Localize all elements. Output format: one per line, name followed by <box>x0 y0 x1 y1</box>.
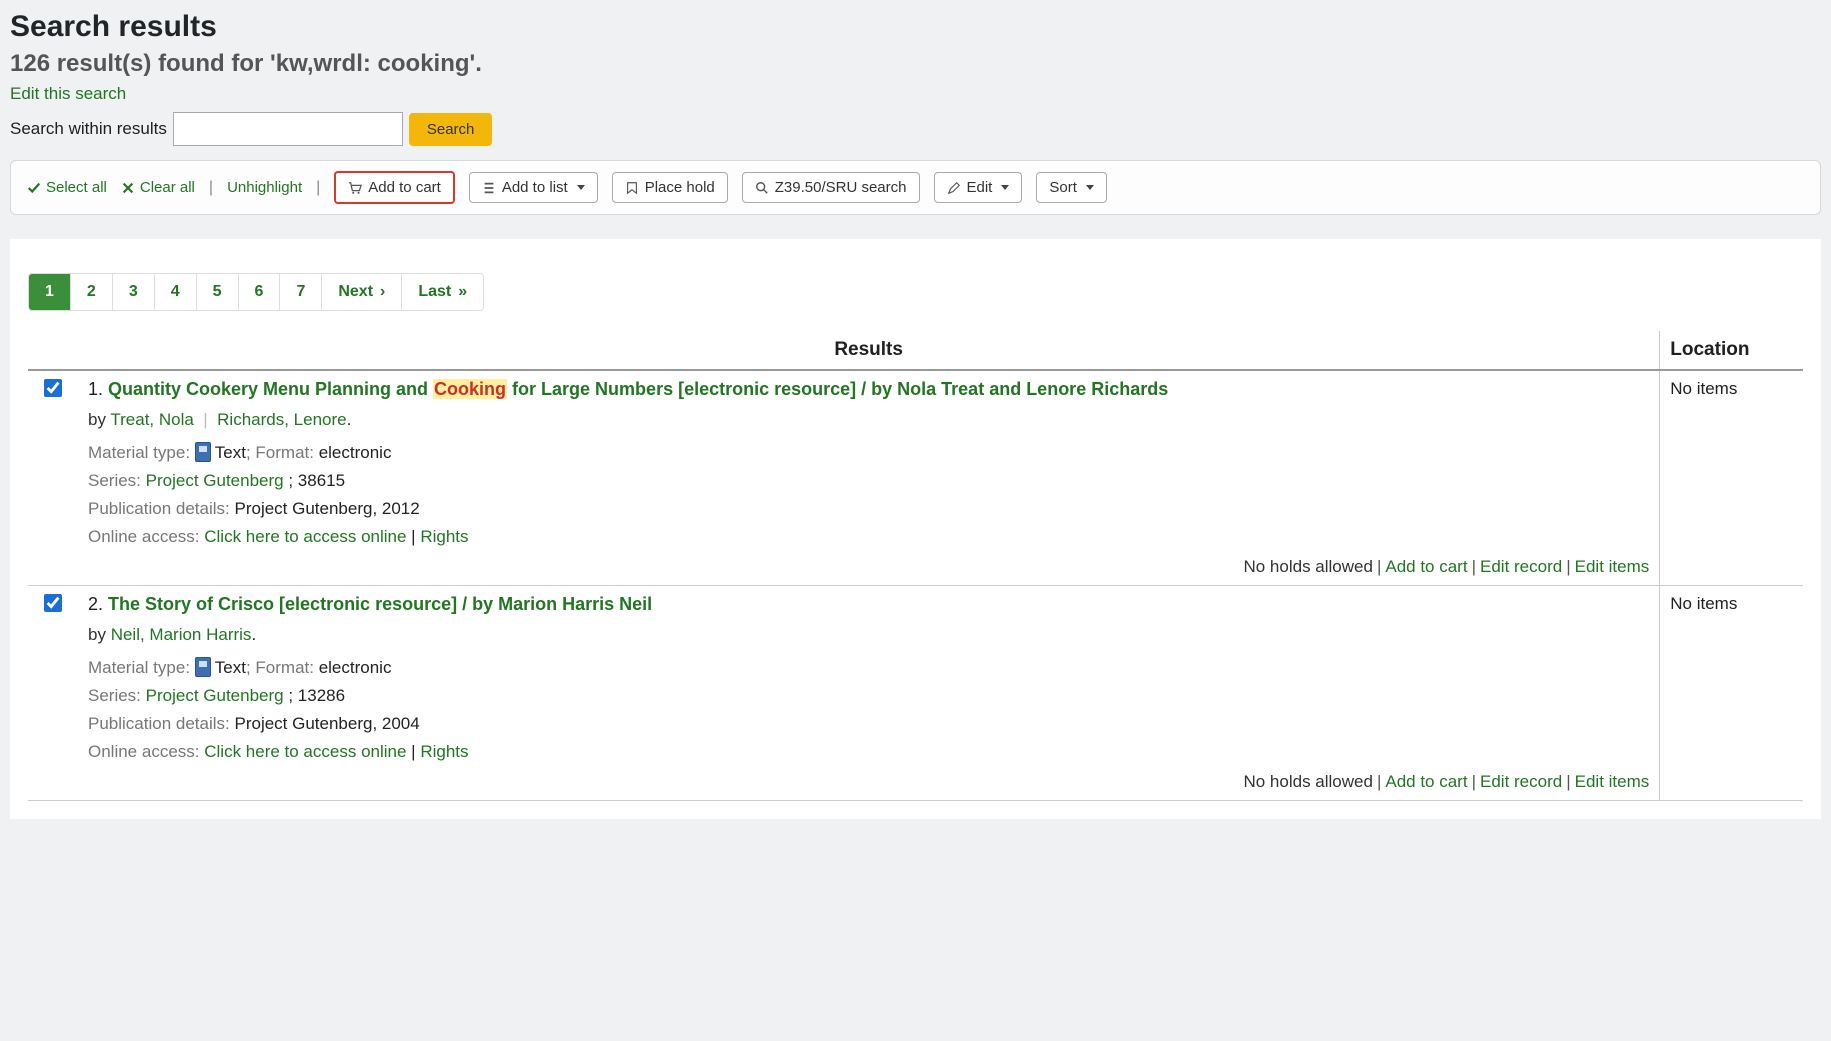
page-3[interactable]: 3 <box>113 274 155 310</box>
book-icon <box>195 657 211 677</box>
page-2[interactable]: 2 <box>71 274 113 310</box>
series-link[interactable]: Project Gutenberg <box>146 471 284 490</box>
series-label: Series: <box>88 686 146 705</box>
no-holds-text: No holds allowed <box>1243 772 1372 791</box>
result-number: 2. <box>88 594 108 614</box>
rights-link[interactable]: Rights <box>420 527 468 546</box>
search-within-label: Search within results <box>10 119 167 139</box>
chevron-down-icon <box>1001 185 1009 190</box>
row-edit-items-link[interactable]: Edit items <box>1575 557 1650 576</box>
row-add-to-cart-link[interactable]: Add to cart <box>1385 557 1467 576</box>
pagination: 1234567Next›Last» <box>28 273 484 311</box>
unhighlight-link[interactable]: Unhighlight <box>227 179 302 196</box>
page-7[interactable]: 7 <box>280 274 322 310</box>
format-value: electronic <box>319 443 392 462</box>
search-button[interactable]: Search <box>409 113 493 146</box>
no-holds-text: No holds allowed <box>1243 557 1372 576</box>
results-panel: 1234567Next›Last» Results Location 1. Qu… <box>10 239 1821 819</box>
series-link[interactable]: Project Gutenberg <box>146 686 284 705</box>
format-label: Format: <box>255 443 318 462</box>
page-6[interactable]: 6 <box>239 274 281 310</box>
chevron-down-icon <box>1086 185 1094 190</box>
bookmark-icon <box>625 181 639 195</box>
online-access-label: Online access: <box>88 742 204 761</box>
col-location-header: Location <box>1660 331 1803 370</box>
publication-label: Publication details: <box>88 499 234 518</box>
search-within-row: Search within results Search <box>10 112 1821 146</box>
material-type-value: Text <box>215 443 246 462</box>
material-type-value: Text <box>215 658 246 677</box>
search-icon <box>755 181 769 195</box>
publication-value: Project Gutenberg, 2012 <box>234 499 419 518</box>
select-all-link[interactable]: Select all <box>27 179 107 196</box>
online-access-link[interactable]: Click here to access online <box>204 742 406 761</box>
page-next[interactable]: Next› <box>322 274 402 310</box>
clear-all-link[interactable]: Clear all <box>121 179 195 196</box>
by-label: by <box>88 625 111 644</box>
series-label: Series: <box>88 471 146 490</box>
by-label: by <box>88 410 110 429</box>
separator: | <box>209 179 213 197</box>
row-edit-record-link[interactable]: Edit record <box>1480 772 1562 791</box>
row-add-to-cart-link[interactable]: Add to cart <box>1385 772 1467 791</box>
pencil-icon <box>947 181 961 195</box>
highlight-term: Cooking <box>433 379 507 399</box>
result-count-summary: 126 result(s) found for 'kw,wrdl: cookin… <box>10 50 1821 78</box>
online-access-label: Online access: <box>88 527 204 546</box>
page-last[interactable]: Last» <box>402 274 483 310</box>
z3950-search-button[interactable]: Z39.50/SRU search <box>742 172 920 203</box>
results-toolbar: Select all Clear all | Unhighlight | Add… <box>10 160 1821 215</box>
result-title-link[interactable]: Quantity Cookery Menu Planning and Cooki… <box>108 379 1168 399</box>
publication-value: Project Gutenberg, 2004 <box>234 714 419 733</box>
sort-button[interactable]: Sort <box>1036 172 1107 203</box>
col-check <box>28 331 78 370</box>
list-icon <box>482 181 496 195</box>
page-5[interactable]: 5 <box>197 274 239 310</box>
rights-link[interactable]: Rights <box>420 742 468 761</box>
cart-icon <box>348 181 362 195</box>
place-hold-button[interactable]: Place hold <box>612 172 728 203</box>
col-results-header: Results <box>78 331 1660 370</box>
location-cell: No items <box>1660 370 1803 586</box>
chevron-down-icon <box>577 185 585 190</box>
result-row: 2. The Story of Crisco [electronic resou… <box>28 586 1803 801</box>
material-type-label: Material type: <box>88 658 195 677</box>
add-to-cart-button[interactable]: Add to cart <box>334 171 455 204</box>
page-1[interactable]: 1 <box>29 274 71 310</box>
series-number: ; 13286 <box>288 686 345 705</box>
add-to-list-button[interactable]: Add to list <box>469 172 598 203</box>
separator: | <box>316 179 320 197</box>
check-icon <box>27 181 41 195</box>
row-checkbox[interactable] <box>44 379 62 397</box>
result-title-link[interactable]: The Story of Crisco [electronic resource… <box>108 594 652 614</box>
row-edit-record-link[interactable]: Edit record <box>1480 557 1562 576</box>
results-table: Results Location 1. Quantity Cookery Men… <box>28 331 1803 801</box>
format-label: Format: <box>255 658 318 677</box>
author-link[interactable]: Treat, Nola <box>110 410 193 429</box>
chevron-right-icon: › <box>380 283 385 301</box>
search-within-input[interactable] <box>173 112 403 146</box>
chevron-double-right-icon: » <box>458 283 467 301</box>
page-4[interactable]: 4 <box>155 274 197 310</box>
location-cell: No items <box>1660 586 1803 801</box>
page-title: Search results <box>10 10 1821 44</box>
edit-button[interactable]: Edit <box>934 172 1023 203</box>
edit-search-link[interactable]: Edit this search <box>10 84 126 104</box>
online-access-link[interactable]: Click here to access online <box>204 527 406 546</box>
material-type-label: Material type: <box>88 443 195 462</box>
publication-label: Publication details: <box>88 714 234 733</box>
book-icon <box>195 442 211 462</box>
format-value: electronic <box>319 658 392 677</box>
row-edit-items-link[interactable]: Edit items <box>1575 772 1650 791</box>
result-number: 1. <box>88 379 108 399</box>
x-icon <box>121 181 135 195</box>
author-link[interactable]: Richards, Lenore <box>217 410 346 429</box>
author-link[interactable]: Neil, Marion Harris <box>111 625 252 644</box>
row-checkbox[interactable] <box>44 594 62 612</box>
result-row: 1. Quantity Cookery Menu Planning and Co… <box>28 370 1803 586</box>
series-number: ; 38615 <box>288 471 345 490</box>
